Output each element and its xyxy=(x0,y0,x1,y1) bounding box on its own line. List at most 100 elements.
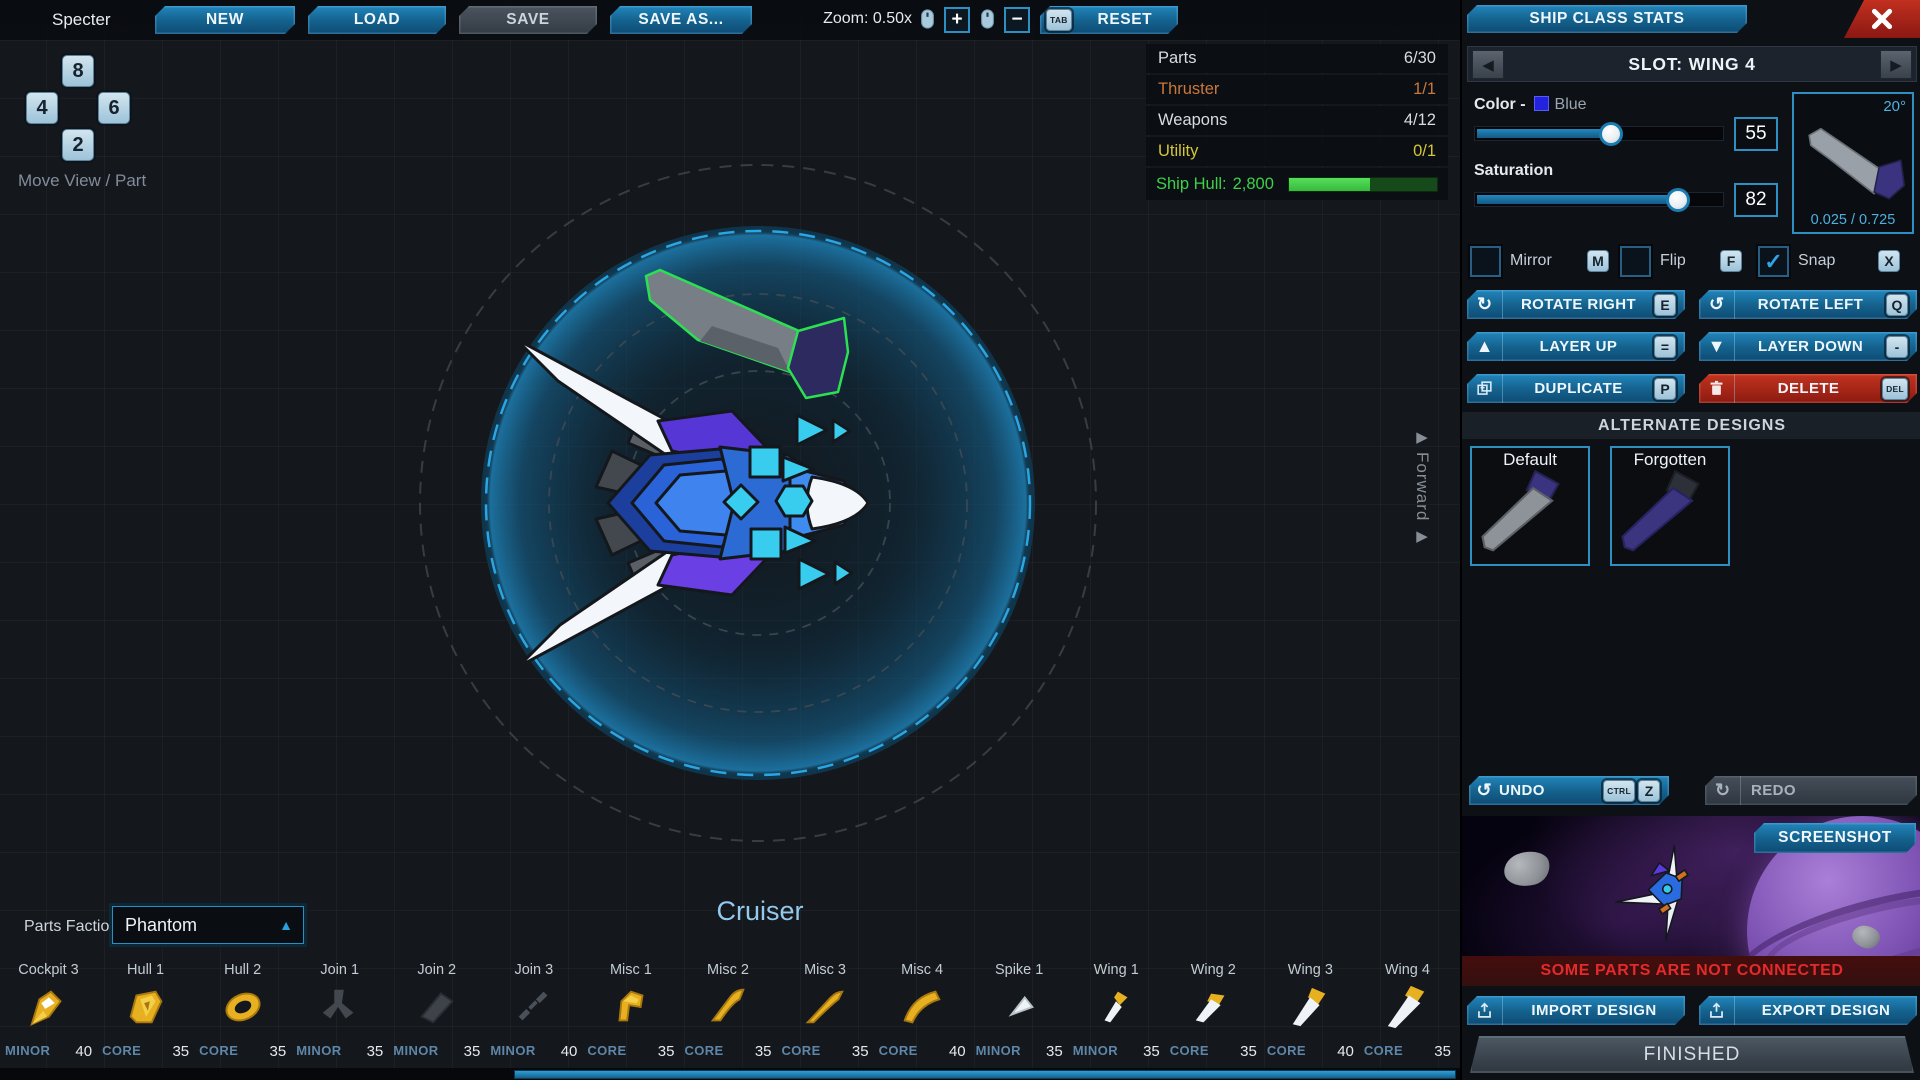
layer-up-label: LAYER UP xyxy=(1503,338,1654,355)
alternate-designs-title: ALTERNATE DESIGNS xyxy=(1598,417,1786,435)
finished-button[interactable]: FINISHED xyxy=(1470,1036,1914,1073)
rotate-cw-icon: ↻ xyxy=(1467,290,1503,319)
part-type: CORE xyxy=(1364,1043,1403,1060)
zoom-level: Zoom: 0.50x xyxy=(812,10,912,28)
parts-scrollbar-track[interactable] xyxy=(0,1068,1460,1080)
save-as-button[interactable]: SAVE AS... xyxy=(610,6,752,34)
part-meta: MINOR 40 xyxy=(0,1043,97,1060)
key-right-badge: 6 xyxy=(98,92,130,124)
part-item[interactable]: Join 2 MINOR 35 xyxy=(388,960,485,1066)
reset-view-button[interactable]: TAB RESET xyxy=(1040,6,1178,34)
zoom-in-button[interactable]: + xyxy=(944,7,970,33)
layer-up-button[interactable]: ▲ LAYER UP = xyxy=(1467,332,1685,361)
zoom-out-button[interactable]: − xyxy=(1004,7,1030,33)
finished-label: FINISHED xyxy=(1644,1044,1741,1066)
part-price: 40 xyxy=(75,1043,92,1060)
hull-ring-part-icon xyxy=(220,984,266,1030)
flip-key-badge: F xyxy=(1720,250,1742,272)
alt-design-default[interactable]: Default xyxy=(1470,446,1590,566)
screenshot-button[interactable]: SCREENSHOT xyxy=(1754,823,1916,853)
part-item[interactable]: Hull 1 CORE 35 xyxy=(97,960,194,1066)
color-slider[interactable] xyxy=(1474,126,1724,141)
hull-bar-fill xyxy=(1289,178,1370,191)
load-label: LOAD xyxy=(354,11,400,29)
snap-checkbox[interactable]: ✓ xyxy=(1758,246,1789,277)
prev-slot-button[interactable]: ◀ xyxy=(1472,50,1504,79)
part-meta: CORE 35 xyxy=(582,1043,679,1060)
join-slab-part-icon xyxy=(414,984,460,1030)
part-price: 35 xyxy=(1046,1043,1063,1060)
part-item[interactable]: Misc 2 CORE 35 xyxy=(679,960,776,1066)
color-label: Color - xyxy=(1474,96,1526,113)
redo-icon: ↻ xyxy=(1705,776,1741,805)
part-price: 40 xyxy=(1337,1043,1354,1060)
delete-label: DELETE xyxy=(1735,380,1882,397)
part-meta: CORE 35 xyxy=(1165,1043,1262,1060)
tab-key-badge: TAB xyxy=(1046,9,1072,31)
part-type: CORE xyxy=(684,1043,723,1060)
duplicate-button[interactable]: DUPLICATE P xyxy=(1467,374,1685,403)
flip-checkbox[interactable] xyxy=(1620,246,1651,277)
part-name: Spike 1 xyxy=(971,962,1068,978)
forward-arrow-icon: ▶ xyxy=(1416,527,1428,545)
part-item[interactable]: Misc 4 CORE 40 xyxy=(874,960,971,1066)
design-canvas[interactable]: Specter NEW LOAD SAVE SAVE AS... Zoom: 0… xyxy=(0,0,1460,1080)
saturation-slider-knob[interactable] xyxy=(1666,188,1690,212)
delete-button[interactable]: DELETE DEL xyxy=(1699,374,1917,403)
import-design-button[interactable]: IMPORT DESIGN xyxy=(1467,996,1685,1025)
close-button[interactable] xyxy=(1844,0,1920,38)
screenshot-label: SCREENSHOT xyxy=(1778,829,1892,847)
reset-label: RESET xyxy=(1082,11,1178,29)
parts-scrollbar-thumb[interactable] xyxy=(514,1070,1456,1079)
mirror-key-badge: M xyxy=(1587,250,1609,272)
export-design-button[interactable]: EXPORT DESIGN xyxy=(1699,996,1917,1025)
ship-class-stats-button[interactable]: SHIP CLASS STATS xyxy=(1467,5,1747,33)
layer-down-button[interactable]: ▼ LAYER DOWN - xyxy=(1699,332,1917,361)
stat-row-weapons: Weapons 4/12 xyxy=(1146,106,1448,135)
part-price: 35 xyxy=(172,1043,189,1060)
part-type: CORE xyxy=(102,1043,141,1060)
part-item[interactable]: Wing 4 CORE 35 xyxy=(1359,960,1456,1066)
save-button[interactable]: SAVE xyxy=(459,6,597,34)
part-item[interactable]: Misc 1 CORE 35 xyxy=(582,960,679,1066)
new-button[interactable]: NEW xyxy=(155,6,295,34)
part-item[interactable]: Hull 2 CORE 35 xyxy=(194,960,291,1066)
part-item[interactable]: Misc 3 CORE 35 xyxy=(777,960,874,1066)
misc-swoosh-part-icon xyxy=(705,984,751,1030)
next-slot-button[interactable]: ▶ xyxy=(1880,50,1912,79)
part-item[interactable]: Cockpit 3 MINOR 40 xyxy=(0,960,97,1066)
cockpit-part-icon xyxy=(26,984,72,1030)
part-preview-art xyxy=(1800,112,1910,212)
saturation-value-box[interactable]: 82 xyxy=(1734,183,1778,217)
part-item[interactable]: Join 1 MINOR 35 xyxy=(291,960,388,1066)
part-item[interactable]: Wing 3 CORE 40 xyxy=(1262,960,1359,1066)
color-value-box[interactable]: 55 xyxy=(1734,117,1778,151)
part-item[interactable]: Spike 1 MINOR 35 xyxy=(971,960,1068,1066)
part-name: Cockpit 3 xyxy=(0,962,97,978)
alt-design-forgotten[interactable]: Forgotten xyxy=(1610,446,1730,566)
rotate-left-button[interactable]: ↺ ROTATE LEFT Q xyxy=(1699,290,1917,319)
key-badge: Q xyxy=(1886,294,1908,316)
load-button[interactable]: LOAD xyxy=(308,6,446,34)
key-badge: E xyxy=(1654,294,1676,316)
rotate-right-button[interactable]: ↻ ROTATE RIGHT E xyxy=(1467,290,1685,319)
color-slider-knob[interactable] xyxy=(1599,122,1623,146)
part-name: Misc 4 xyxy=(874,962,971,978)
part-meta: CORE 35 xyxy=(97,1043,194,1060)
part-item[interactable]: Join 3 MINOR 40 xyxy=(485,960,582,1066)
slot-title: SLOT: WING 4 xyxy=(1628,54,1755,75)
ship-hull-row: Ship Hull: 2,800 xyxy=(1146,168,1448,200)
part-item[interactable]: Wing 2 CORE 35 xyxy=(1165,960,1262,1066)
forward-label: Forward xyxy=(1412,452,1432,521)
redo-button[interactable]: ↻ REDO xyxy=(1705,776,1917,805)
check-icon: ✓ xyxy=(1764,251,1782,273)
part-item[interactable]: Wing 1 MINOR 35 xyxy=(1068,960,1165,1066)
undo-button[interactable]: ↺ UNDO CTRL Z xyxy=(1469,776,1669,805)
saturation-slider[interactable] xyxy=(1474,192,1724,207)
mirror-checkbox[interactable] xyxy=(1470,246,1501,277)
alt-design-label: Forgotten xyxy=(1612,450,1728,470)
hull-bar xyxy=(1288,177,1438,192)
stat-label: Weapons xyxy=(1158,111,1227,130)
parts-faction-dropdown[interactable]: Phantom ▲ xyxy=(112,906,304,944)
warning-banner: SOME PARTS ARE NOT CONNECTED xyxy=(1462,956,1920,986)
